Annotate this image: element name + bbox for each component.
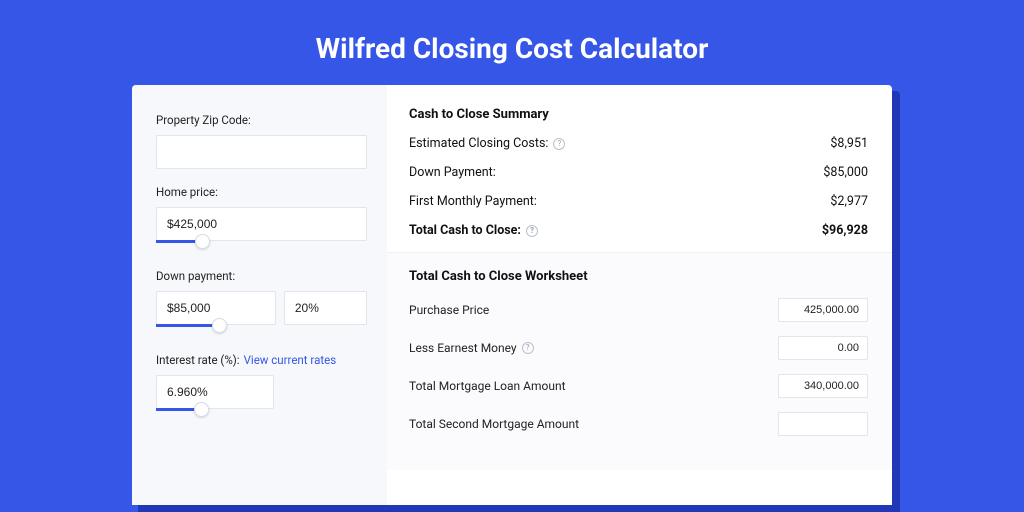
help-icon[interactable]: ? [522, 342, 534, 354]
down-payment-field-group: Down payment: [156, 269, 367, 337]
results-panel: Cash to Close Summary Estimated Closing … [387, 85, 892, 505]
help-icon[interactable]: ? [553, 138, 565, 150]
summary-total-row: Total Cash to Close: ? $96,928 [409, 223, 868, 238]
interest-rate-slider[interactable] [156, 411, 274, 421]
summary-label: Estimated Closing Costs: [409, 136, 548, 151]
worksheet-label: Total Mortgage Loan Amount [409, 379, 566, 393]
calculator-card-wrap: Property Zip Code: Home price: Down paym… [132, 85, 892, 505]
summary-total-label: Total Cash to Close: [409, 223, 521, 238]
down-payment-label: Down payment: [156, 269, 367, 283]
home-price-label: Home price: [156, 185, 367, 199]
page-title: Wilfred Closing Cost Calculator [0, 0, 1024, 85]
zip-field-group: Property Zip Code: [156, 113, 367, 169]
worksheet-label: Total Second Mortgage Amount [409, 417, 579, 431]
view-current-rates-link[interactable]: View current rates [244, 353, 337, 367]
zip-label: Property Zip Code: [156, 113, 367, 127]
summary-value: $85,000 [823, 165, 868, 180]
worksheet-input[interactable] [778, 374, 868, 398]
zip-input[interactable] [156, 135, 367, 169]
slider-thumb[interactable] [212, 318, 227, 333]
slider-thumb[interactable] [194, 402, 209, 417]
down-payment-slider[interactable] [156, 327, 367, 337]
worksheet-panel: Total Cash to Close Worksheet Purchase P… [387, 252, 892, 470]
summary-row: Estimated Closing Costs: ? $8,951 [409, 136, 868, 151]
home-price-input[interactable] [156, 207, 367, 241]
summary-title: Cash to Close Summary [409, 107, 868, 122]
interest-rate-field-group: Interest rate (%): View current rates [156, 353, 367, 421]
worksheet-row: Total Mortgage Loan Amount [409, 374, 868, 398]
worksheet-input[interactable] [778, 412, 868, 436]
worksheet-input[interactable] [778, 336, 868, 360]
home-price-field-group: Home price: [156, 185, 367, 253]
calculator-card: Property Zip Code: Home price: Down paym… [132, 85, 892, 505]
slider-thumb[interactable] [195, 234, 210, 249]
help-icon[interactable]: ? [526, 225, 538, 237]
interest-rate-label: Interest rate (%): [156, 353, 240, 367]
slider-track-fill [156, 324, 219, 327]
worksheet-row: Purchase Price [409, 298, 868, 322]
summary-label: First Monthly Payment: [409, 194, 537, 209]
summary-label: Down Payment: [409, 165, 496, 180]
worksheet-row: Less Earnest Money ? [409, 336, 868, 360]
interest-rate-label-row: Interest rate (%): View current rates [156, 353, 367, 367]
interest-rate-input[interactable] [156, 375, 274, 409]
worksheet-label: Less Earnest Money [409, 341, 517, 355]
worksheet-input[interactable] [778, 298, 868, 322]
summary-row: Down Payment: $85,000 [409, 165, 868, 180]
summary-value: $8,951 [830, 136, 868, 151]
down-payment-percent-input[interactable] [284, 291, 367, 325]
worksheet-row: Total Second Mortgage Amount [409, 412, 868, 436]
summary-row: First Monthly Payment: $2,977 [409, 194, 868, 209]
worksheet-label: Purchase Price [409, 303, 489, 317]
summary-value: $2,977 [830, 194, 868, 209]
home-price-slider[interactable] [156, 243, 367, 253]
worksheet-title: Total Cash to Close Worksheet [409, 269, 868, 284]
summary-total-value: $96,928 [822, 223, 868, 238]
inputs-panel: Property Zip Code: Home price: Down paym… [132, 85, 387, 505]
